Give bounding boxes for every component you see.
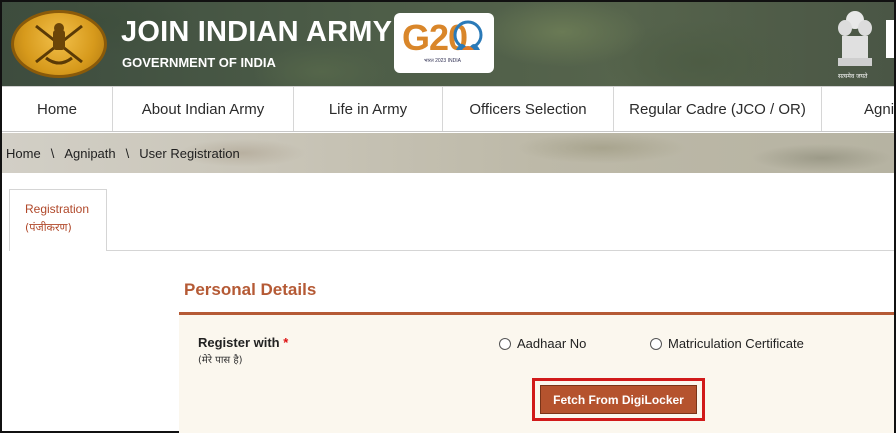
register-with-text: Register with xyxy=(198,335,280,350)
breadcrumb-current: User Registration xyxy=(139,145,240,161)
required-mark: * xyxy=(283,335,289,350)
main-nav: Home About Indian Army Life in Army Offi… xyxy=(2,86,894,132)
radio-button[interactable] xyxy=(499,337,511,350)
site-subtitle: GOVERNMENT OF INDIA xyxy=(122,55,276,70)
nav-item-life[interactable]: Life in Army xyxy=(294,87,443,131)
radio-button[interactable] xyxy=(650,337,662,350)
header-edge-mark xyxy=(886,20,894,58)
nav-item-label: Life in Army xyxy=(328,100,408,118)
nav-item-label: Regular Cadre (JCO / OR) xyxy=(629,100,806,118)
register-with-label-hindi: (मेरे पास है) xyxy=(198,355,243,366)
tab-label: Registration xyxy=(25,202,90,216)
nav-item-home[interactable]: Home xyxy=(2,87,113,131)
emblem-motto: सत्यमेव जयते xyxy=(838,73,868,80)
breadcrumb-home[interactable]: Home xyxy=(6,146,41,161)
section-title: Personal Details xyxy=(184,280,317,299)
breadcrumb: Home \ Agnipath \ User Registration xyxy=(2,133,894,173)
site-header: JOIN INDIAN ARMY GOVERNMENT OF INDIA G20… xyxy=(2,2,894,86)
nav-item-about[interactable]: About Indian Army xyxy=(113,87,294,131)
national-emblem-icon xyxy=(838,11,872,66)
nav-item-label: Officers Selection xyxy=(469,100,587,118)
nav-item-officers[interactable]: Officers Selection xyxy=(443,87,614,131)
breadcrumb-agnipath[interactable]: Agnipath xyxy=(64,146,115,161)
site-title[interactable]: JOIN INDIAN ARMY xyxy=(121,16,392,49)
nav-item-label: Agni xyxy=(864,100,894,118)
radio-label: Aadhaar No xyxy=(517,336,587,351)
g20-logo: G20 भारत 2023 INDIA xyxy=(394,13,494,73)
breadcrumb-separator: \ xyxy=(50,145,55,161)
nav-item-agnipath[interactable]: Agni xyxy=(822,87,894,131)
nav-item-label: Home xyxy=(36,100,77,118)
tab-registration[interactable]: Registration (पंजीकरण) xyxy=(9,189,107,251)
tab-divider xyxy=(107,250,894,251)
g20-foot-text: भारत 2023 INDIA xyxy=(424,58,461,64)
nav-item-label: About Indian Army xyxy=(141,100,265,118)
radio-label: Matriculation Certificate xyxy=(668,336,804,351)
lotus-globe-icon xyxy=(453,20,483,50)
radio-aadhaar[interactable]: Aadhaar No xyxy=(499,336,586,351)
army-crest-icon[interactable] xyxy=(11,10,107,78)
tab-label-hindi: (पंजीकरण) xyxy=(25,221,72,234)
nav-item-regular-cadre[interactable]: Regular Cadre (JCO / OR) xyxy=(614,87,822,131)
breadcrumb-separator: \ xyxy=(125,145,130,161)
fetch-digilocker-button[interactable]: Fetch From DigiLocker xyxy=(540,385,697,414)
radio-matriculation[interactable]: Matriculation Certificate xyxy=(650,336,804,351)
register-with-label: Register with * xyxy=(198,335,288,350)
